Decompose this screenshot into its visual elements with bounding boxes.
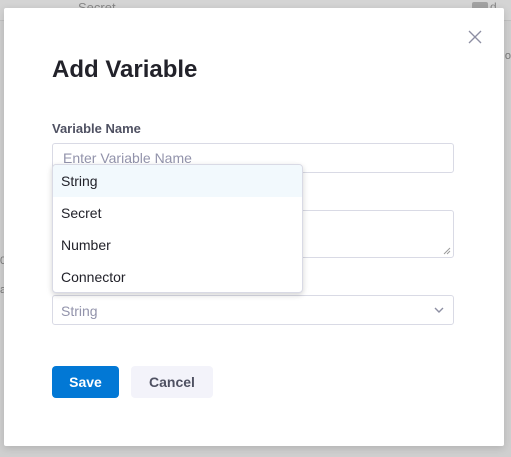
- save-button[interactable]: Save: [52, 366, 119, 398]
- menu-item-connector[interactable]: Connector: [53, 261, 302, 292]
- cancel-button[interactable]: Cancel: [131, 366, 213, 398]
- variable-type-select[interactable]: String: [52, 295, 454, 325]
- chevron-down-icon: [434, 307, 444, 313]
- dialog-title: Add Variable: [52, 56, 198, 83]
- menu-item-secret[interactable]: Secret: [53, 197, 302, 229]
- variable-type-dropdown-menu: String Secret Number Connector: [52, 164, 303, 293]
- menu-item-number[interactable]: Number: [53, 229, 302, 261]
- resize-handle-icon[interactable]: [443, 247, 451, 255]
- menu-item-string[interactable]: String: [53, 165, 302, 197]
- variable-name-label: Variable Name: [52, 121, 141, 136]
- variable-type-value: String: [61, 303, 98, 319]
- add-variable-dialog: Add Variable Variable Name Enter Variabl…: [4, 8, 504, 446]
- close-icon[interactable]: [466, 28, 484, 46]
